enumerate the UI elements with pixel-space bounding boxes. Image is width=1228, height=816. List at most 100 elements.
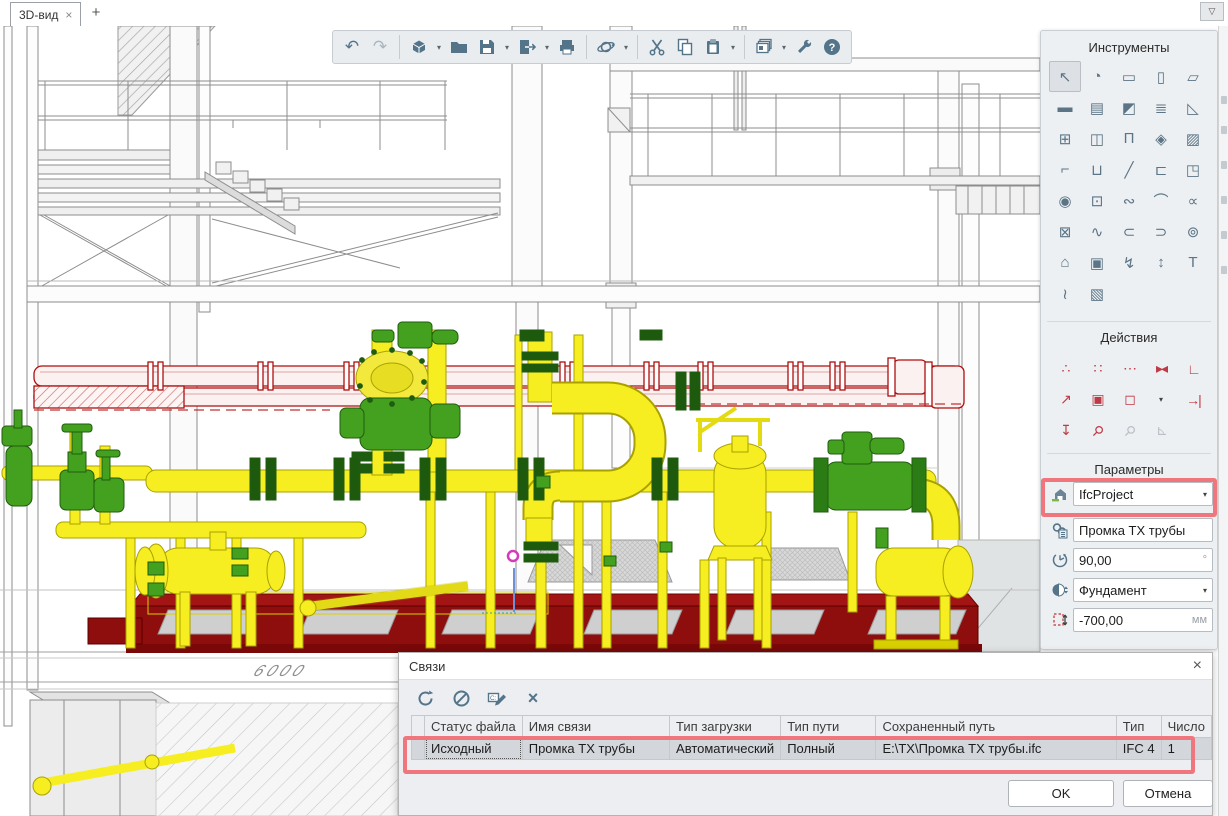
tool-solid[interactable]: ◈ bbox=[1145, 123, 1177, 154]
tool-roof[interactable]: ◩ bbox=[1113, 92, 1145, 123]
action-edit-nodes[interactable]: ∴ bbox=[1049, 353, 1081, 384]
action-transform[interactable]: ◻ bbox=[1113, 384, 1145, 415]
link-name-field[interactable]: Промка ТХ трубы bbox=[1073, 518, 1213, 542]
save-icon[interactable] bbox=[474, 34, 500, 60]
tool-beam[interactable]: ▱ bbox=[1177, 61, 1209, 92]
action-reattach[interactable]: ↧ bbox=[1049, 415, 1081, 446]
orbit-icon[interactable] bbox=[593, 34, 619, 60]
orbit-caret-icon[interactable]: ▾ bbox=[621, 43, 631, 52]
col-load-type[interactable]: Тип загрузки bbox=[670, 716, 781, 738]
tool-line[interactable]: ╱ bbox=[1113, 154, 1145, 185]
ifc-entity-select[interactable]: IfcProject ▾ bbox=[1073, 482, 1213, 506]
cell-count[interactable]: 1 bbox=[1161, 738, 1211, 760]
block-icon[interactable] bbox=[449, 686, 473, 710]
views-caret-icon[interactable]: ▾ bbox=[779, 43, 789, 52]
cell-load-type[interactable]: Автоматический bbox=[670, 738, 781, 760]
col-file-status[interactable]: ˆСтатус файла bbox=[425, 716, 523, 738]
cell-type[interactable]: IFC 4 bbox=[1116, 738, 1161, 760]
model-cube-icon[interactable] bbox=[406, 34, 432, 60]
rotation-angle-field[interactable]: 90,00 ° bbox=[1073, 548, 1213, 572]
tab-close-icon[interactable]: × bbox=[65, 8, 72, 22]
paste-caret-icon[interactable]: ▾ bbox=[728, 43, 738, 52]
tool-window[interactable]: ⊞ bbox=[1049, 123, 1081, 154]
tool-duct[interactable]: ⊃ bbox=[1145, 216, 1177, 247]
tool-column[interactable]: ▯ bbox=[1145, 61, 1177, 92]
tool-region[interactable]: ◳ bbox=[1177, 154, 1209, 185]
tool-image[interactable]: ▨ bbox=[1177, 123, 1209, 154]
export-icon[interactable] bbox=[514, 34, 540, 60]
cell-path-type[interactable]: Полный bbox=[781, 738, 876, 760]
col-type[interactable]: Тип bbox=[1116, 716, 1161, 738]
level-select[interactable]: Фундамент ▾ bbox=[1073, 578, 1213, 602]
tool-electric-equipment[interactable]: ↯ bbox=[1113, 247, 1145, 278]
tool-duct-elbow[interactable]: ⊂ bbox=[1113, 216, 1145, 247]
action-mirror[interactable]: ▸◂ bbox=[1145, 353, 1177, 384]
tool-plumbing-fixture[interactable]: ◉ bbox=[1049, 185, 1081, 216]
tool-plate[interactable]: ⌐ bbox=[1049, 154, 1081, 185]
cell-file-status[interactable]: Исходный bbox=[425, 738, 523, 760]
tool-route[interactable]: ≀ bbox=[1049, 278, 1081, 309]
redo-icon[interactable]: ↷ bbox=[367, 34, 393, 60]
cell-saved-path[interactable]: E:\TX\Промка ТХ трубы.ifc bbox=[876, 738, 1116, 760]
cell-link-name[interactable]: Промка ТХ трубы bbox=[522, 738, 669, 760]
action-copy[interactable]: ▣ bbox=[1081, 384, 1113, 415]
tool-measure[interactable]: ◔ bbox=[1081, 61, 1113, 92]
tool-ceiling[interactable]: ▤ bbox=[1081, 92, 1113, 123]
tool-equipment[interactable]: ⊡ bbox=[1081, 185, 1113, 216]
save-caret-icon[interactable]: ▾ bbox=[502, 43, 512, 52]
tool-door[interactable]: ◫ bbox=[1081, 123, 1113, 154]
tool-light-fixture[interactable]: ⌂ bbox=[1049, 247, 1081, 278]
tool-furniture[interactable]: Π bbox=[1113, 123, 1145, 154]
cancel-button[interactable]: Отмена bbox=[1123, 780, 1213, 807]
tool-pipe-fittings[interactable]: ∾ bbox=[1113, 185, 1145, 216]
action-measure-angle[interactable]: ⊾ bbox=[1145, 415, 1177, 446]
action-transform-caret[interactable]: ▾ bbox=[1145, 384, 1177, 415]
model-cube-caret-icon[interactable]: ▾ bbox=[434, 43, 444, 52]
action-array[interactable]: ⋯ bbox=[1113, 353, 1145, 384]
col-count[interactable]: Число bbox=[1161, 716, 1211, 738]
tool-select[interactable]: ↖ bbox=[1049, 61, 1081, 92]
tool-ramp[interactable]: ◺ bbox=[1177, 92, 1209, 123]
close-icon[interactable]: × bbox=[1193, 657, 1202, 675]
col-link-name[interactable]: Имя связи bbox=[522, 716, 669, 738]
add-tab-button[interactable]: + bbox=[86, 3, 106, 23]
tool-stairs[interactable]: ≣ bbox=[1145, 92, 1177, 123]
open-icon[interactable] bbox=[446, 34, 472, 60]
action-rotate[interactable]: ∟ bbox=[1177, 353, 1209, 384]
tool-floor[interactable]: ▬ bbox=[1049, 92, 1081, 123]
tool-hatch[interactable]: ▧ bbox=[1081, 278, 1113, 309]
tool-foundation[interactable]: ⊔ bbox=[1081, 154, 1113, 185]
views-icon[interactable] bbox=[751, 34, 777, 60]
tool-wall[interactable]: ▭ bbox=[1113, 61, 1145, 92]
tool-electric-panel[interactable]: ▣ bbox=[1081, 247, 1113, 278]
tab-3d-view[interactable]: 3D-вид × bbox=[10, 2, 81, 26]
help-icon[interactable]: ? bbox=[819, 34, 845, 60]
refresh-icon[interactable] bbox=[413, 686, 437, 710]
action-unpin[interactable]: ⚲ bbox=[1113, 415, 1145, 446]
offset-field[interactable]: -700,00 мм bbox=[1073, 608, 1213, 632]
ok-button[interactable]: OK bbox=[1008, 780, 1114, 807]
export-caret-icon[interactable]: ▾ bbox=[542, 43, 552, 52]
action-trim[interactable]: →| bbox=[1177, 384, 1209, 415]
tool-text[interactable]: T bbox=[1177, 247, 1209, 278]
action-pin[interactable]: ⚲ bbox=[1081, 415, 1113, 446]
tool-pipe-elbow[interactable]: ⌒ bbox=[1145, 185, 1177, 216]
copy-icon[interactable] bbox=[672, 34, 698, 60]
panel-menu-button[interactable]: ▽ bbox=[1200, 2, 1224, 21]
col-saved-path[interactable]: Сохраненный путь bbox=[876, 716, 1116, 738]
table-row[interactable]: Исходный Промка ТХ трубы Автоматический … bbox=[412, 738, 1212, 760]
paste-icon[interactable] bbox=[700, 34, 726, 60]
row-selector[interactable] bbox=[412, 738, 425, 760]
cut-icon[interactable] bbox=[644, 34, 670, 60]
action-distribute[interactable]: ∷ bbox=[1081, 353, 1113, 384]
edit-path-icon[interactable]: C: bbox=[485, 686, 509, 710]
delete-icon[interactable]: × bbox=[521, 686, 545, 710]
col-path-type[interactable]: Тип пути bbox=[781, 716, 876, 738]
dialog-titlebar[interactable]: Связи × bbox=[399, 653, 1212, 680]
action-move[interactable]: ↗ bbox=[1049, 384, 1081, 415]
print-icon[interactable] bbox=[554, 34, 580, 60]
undo-icon[interactable]: ↶ bbox=[339, 34, 365, 60]
tool-socket[interactable]: ⊚ bbox=[1177, 216, 1209, 247]
tool-profile[interactable]: ⊏ bbox=[1145, 154, 1177, 185]
tool-pipe-accessory[interactable]: ∝ bbox=[1177, 185, 1209, 216]
